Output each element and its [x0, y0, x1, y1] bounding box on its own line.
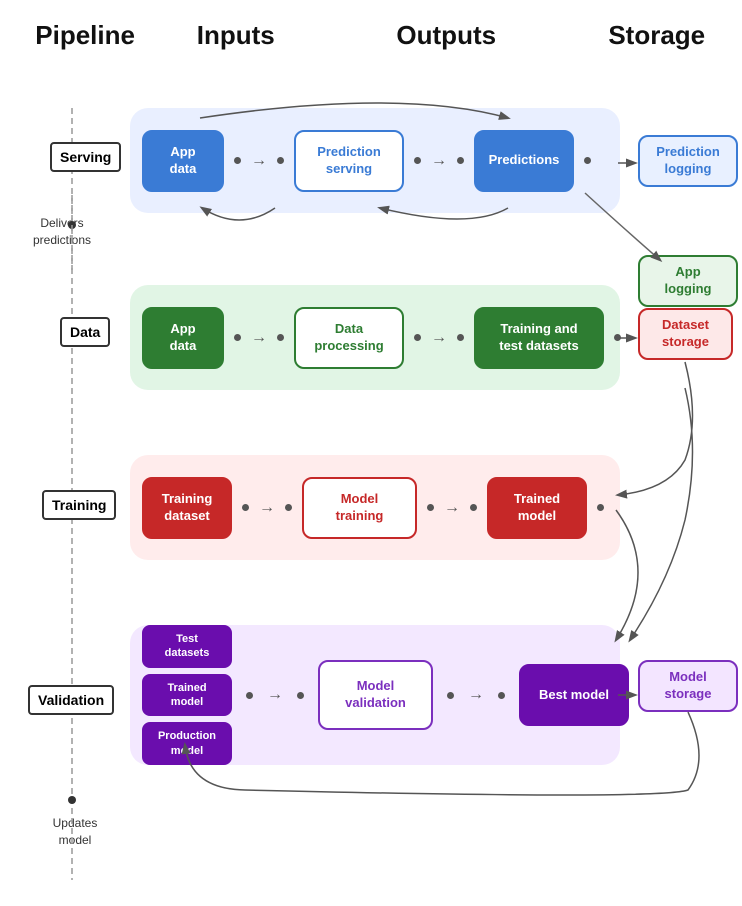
serving-row: App data → Prediction serving → Predicti…	[142, 130, 608, 192]
dot16	[246, 692, 253, 699]
header-outputs: Outputs	[346, 20, 546, 51]
section-validation: Test datasets Trained model Production m…	[130, 625, 620, 765]
arrow2: →	[431, 152, 447, 170]
model-storage-box: Model storage	[638, 660, 738, 712]
header-row: Pipeline Inputs Outputs Storage	[0, 20, 742, 51]
dot18	[447, 692, 454, 699]
predictions-box: Predictions	[474, 130, 574, 192]
val-test-datasets-box: Test datasets	[142, 625, 232, 668]
dot17	[297, 692, 304, 699]
arrow4: →	[431, 329, 447, 347]
dot7	[277, 334, 284, 341]
header-pipeline: Pipeline	[35, 20, 125, 51]
app-logging-box: App logging	[638, 255, 738, 307]
section-training: Training dataset → Model training → Trai…	[130, 455, 620, 560]
dot9	[457, 334, 464, 341]
dot12	[285, 504, 292, 511]
arrow3: →	[251, 329, 267, 347]
dot2	[277, 157, 284, 164]
dot15	[597, 504, 604, 511]
training-test-datasets-box: Training and test datasets	[474, 307, 604, 369]
validation-left-col: Test datasets Trained model Production m…	[142, 625, 232, 765]
dot6	[234, 334, 241, 341]
dot1	[234, 157, 241, 164]
pipeline-serving-label: Serving	[50, 142, 121, 172]
arrow5: →	[259, 499, 275, 517]
data-processing-box: Data processing	[294, 307, 404, 369]
delivers-predictions-text: Delivers predictions	[22, 215, 102, 249]
serving-app-data-box: App data	[142, 130, 224, 192]
dot5	[584, 157, 591, 164]
best-model-box: Best model	[519, 664, 629, 726]
pipeline-training-label: Training	[42, 490, 116, 520]
model-validation-box: Model validation	[318, 660, 433, 730]
dot3	[414, 157, 421, 164]
arrow6: →	[444, 499, 460, 517]
prediction-logging-box: Prediction logging	[638, 135, 738, 187]
arrow8: →	[468, 686, 484, 704]
updates-model-text: Updates model	[35, 815, 115, 849]
trained-model-box: Trained model	[487, 477, 587, 539]
dot8	[414, 334, 421, 341]
dataset-storage-box: Dataset storage	[638, 308, 733, 360]
model-training-box: Model training	[302, 477, 417, 539]
dot10	[614, 334, 621, 341]
pipeline-data-label: Data	[60, 317, 110, 347]
arrow7: →	[267, 686, 283, 704]
dot11	[242, 504, 249, 511]
section-serving: App data → Prediction serving → Predicti…	[130, 108, 620, 213]
dot19	[498, 692, 505, 699]
dot13	[427, 504, 434, 511]
dot14	[470, 504, 477, 511]
val-production-model-box: Production model	[142, 722, 232, 765]
section-data: App data → Data processing → Training an…	[130, 285, 620, 390]
pipeline-validation-label: Validation	[28, 685, 114, 715]
data-row: App data → Data processing → Training an…	[142, 307, 621, 369]
training-row: Training dataset → Model training → Trai…	[142, 477, 608, 539]
val-trained-model-box: Trained model	[142, 674, 232, 717]
data-app-data-box: App data	[142, 307, 224, 369]
header-storage: Storage	[597, 20, 717, 51]
arrow1: →	[251, 152, 267, 170]
dot4	[457, 157, 464, 164]
prediction-serving-box: Prediction serving	[294, 130, 404, 192]
training-dataset-box: Training dataset	[142, 477, 232, 539]
header-inputs: Inputs	[176, 20, 296, 51]
diagram-container: Pipeline Inputs Outputs Storage Serving …	[0, 0, 742, 906]
